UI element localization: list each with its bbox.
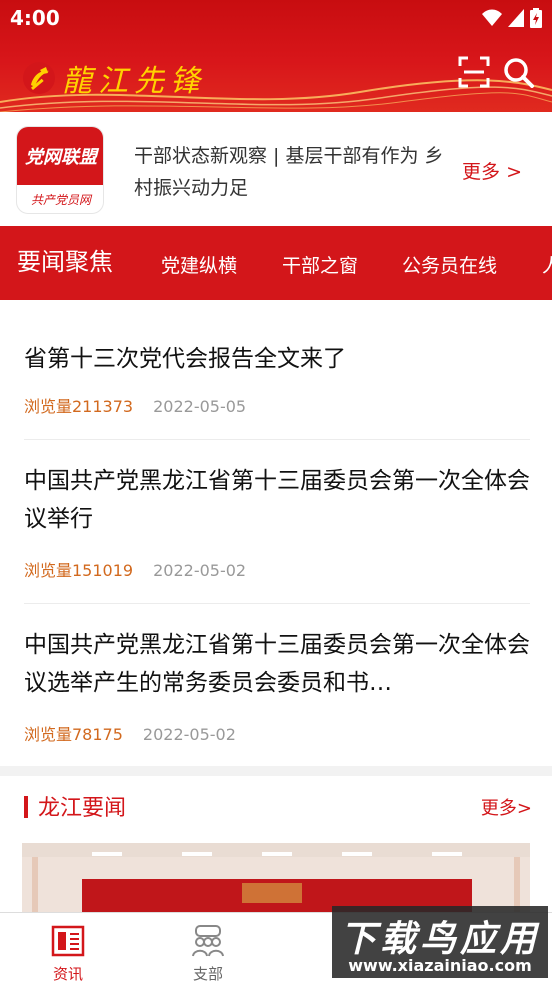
- feature-banner[interactable]: 党网联盟 共产党员网 干部状态新观察 | 基层干部有作为 乡村振兴动力足 更多 …: [0, 112, 552, 226]
- meeting-photo[interactable]: [22, 843, 530, 913]
- tab-news-focus[interactable]: 要闻聚焦: [17, 226, 113, 300]
- category-tabs: 要闻聚焦 党建纵横 干部之窗 公务员在线 人: [0, 226, 552, 300]
- news-title[interactable]: 省第十三次党代会报告全文来了: [24, 340, 346, 378]
- news-views: 浏览量211373: [24, 397, 134, 416]
- section-divider: [0, 766, 552, 776]
- watermark-main-text: 下载鸟应用: [340, 919, 541, 960]
- news-title[interactable]: 中国共产党黑龙江省第十三届委员会第一次全体会议举行: [24, 462, 530, 538]
- battery-icon: [530, 8, 542, 28]
- status-icons: [482, 8, 542, 28]
- party-emblem-icon: [23, 62, 55, 94]
- news-item[interactable]: 中国共产党黑龙江省第十三届委员会第一次全体会议选举产生的常务委员会委员和书… 浏…: [24, 604, 530, 766]
- dangwang-logo: 党网联盟 共产党员网: [16, 126, 104, 214]
- app-brand: 龍江先锋: [22, 56, 206, 100]
- tab-more-partial[interactable]: 人: [542, 226, 552, 300]
- news-meta: 浏览量78175 2022-05-02: [24, 721, 236, 745]
- branch-icon: [192, 925, 224, 957]
- news-meta: 浏览量211373 2022-05-05: [24, 393, 246, 417]
- news-item[interactable]: 省第十三次党代会报告全文来了 浏览量211373 2022-05-05: [24, 300, 530, 440]
- signal-icon: [508, 9, 524, 27]
- news-title[interactable]: 中国共产党黑龙江省第十三届委员会第一次全体会议选举产生的常务委员会委员和书…: [24, 626, 530, 702]
- watermark: 下载鸟应用 www.xiazainiao.com: [332, 906, 548, 978]
- news-meta: 浏览量151019 2022-05-02: [24, 557, 246, 581]
- scan-icon[interactable]: [458, 56, 490, 88]
- logo-title: 党网联盟: [25, 147, 97, 168]
- news-icon: [51, 925, 85, 957]
- news-item[interactable]: 中国共产党黑龙江省第十三届委员会第一次全体会议举行 浏览量151019 2022-…: [24, 440, 530, 604]
- app-header: 4:00 龍江先锋: [0, 0, 552, 112]
- status-bar: 4:00: [0, 0, 552, 38]
- banner-more-link[interactable]: 更多 >: [462, 157, 522, 184]
- nav-label-branch: 支部: [192, 965, 223, 983]
- meeting-photo-illustration: [22, 843, 530, 913]
- tab-civil-servant[interactable]: 公务员在线: [402, 226, 497, 300]
- tab-cadre-window[interactable]: 干部之窗: [282, 226, 358, 300]
- status-time: 4:00: [10, 6, 60, 30]
- nav-item-branch[interactable]: 支部: [178, 925, 238, 983]
- news-views: 浏览量151019: [24, 561, 134, 580]
- section-more-link[interactable]: 更多>: [481, 794, 532, 820]
- watermark-url: www.xiazainiao.com: [348, 956, 532, 975]
- banner-headline[interactable]: 干部状态新观察 | 基层干部有作为 乡村振兴动力足: [134, 140, 444, 204]
- news-date: 2022-05-02: [142, 725, 236, 744]
- nav-item-news[interactable]: 资讯: [38, 925, 98, 983]
- nav-label-news: 资讯: [52, 965, 83, 983]
- news-views: 浏览量78175: [24, 725, 123, 744]
- logo-subtitle: 共产党员网: [30, 193, 91, 207]
- wifi-icon: [482, 9, 502, 26]
- tab-party-building[interactable]: 党建纵横: [161, 226, 237, 300]
- section-accent-bar: [24, 796, 28, 818]
- app-title: 龍江先锋: [62, 64, 206, 99]
- section-title: 龙江要闻: [38, 796, 127, 821]
- news-date: 2022-05-05: [153, 397, 247, 416]
- news-date: 2022-05-02: [153, 561, 247, 580]
- search-icon[interactable]: [502, 56, 534, 88]
